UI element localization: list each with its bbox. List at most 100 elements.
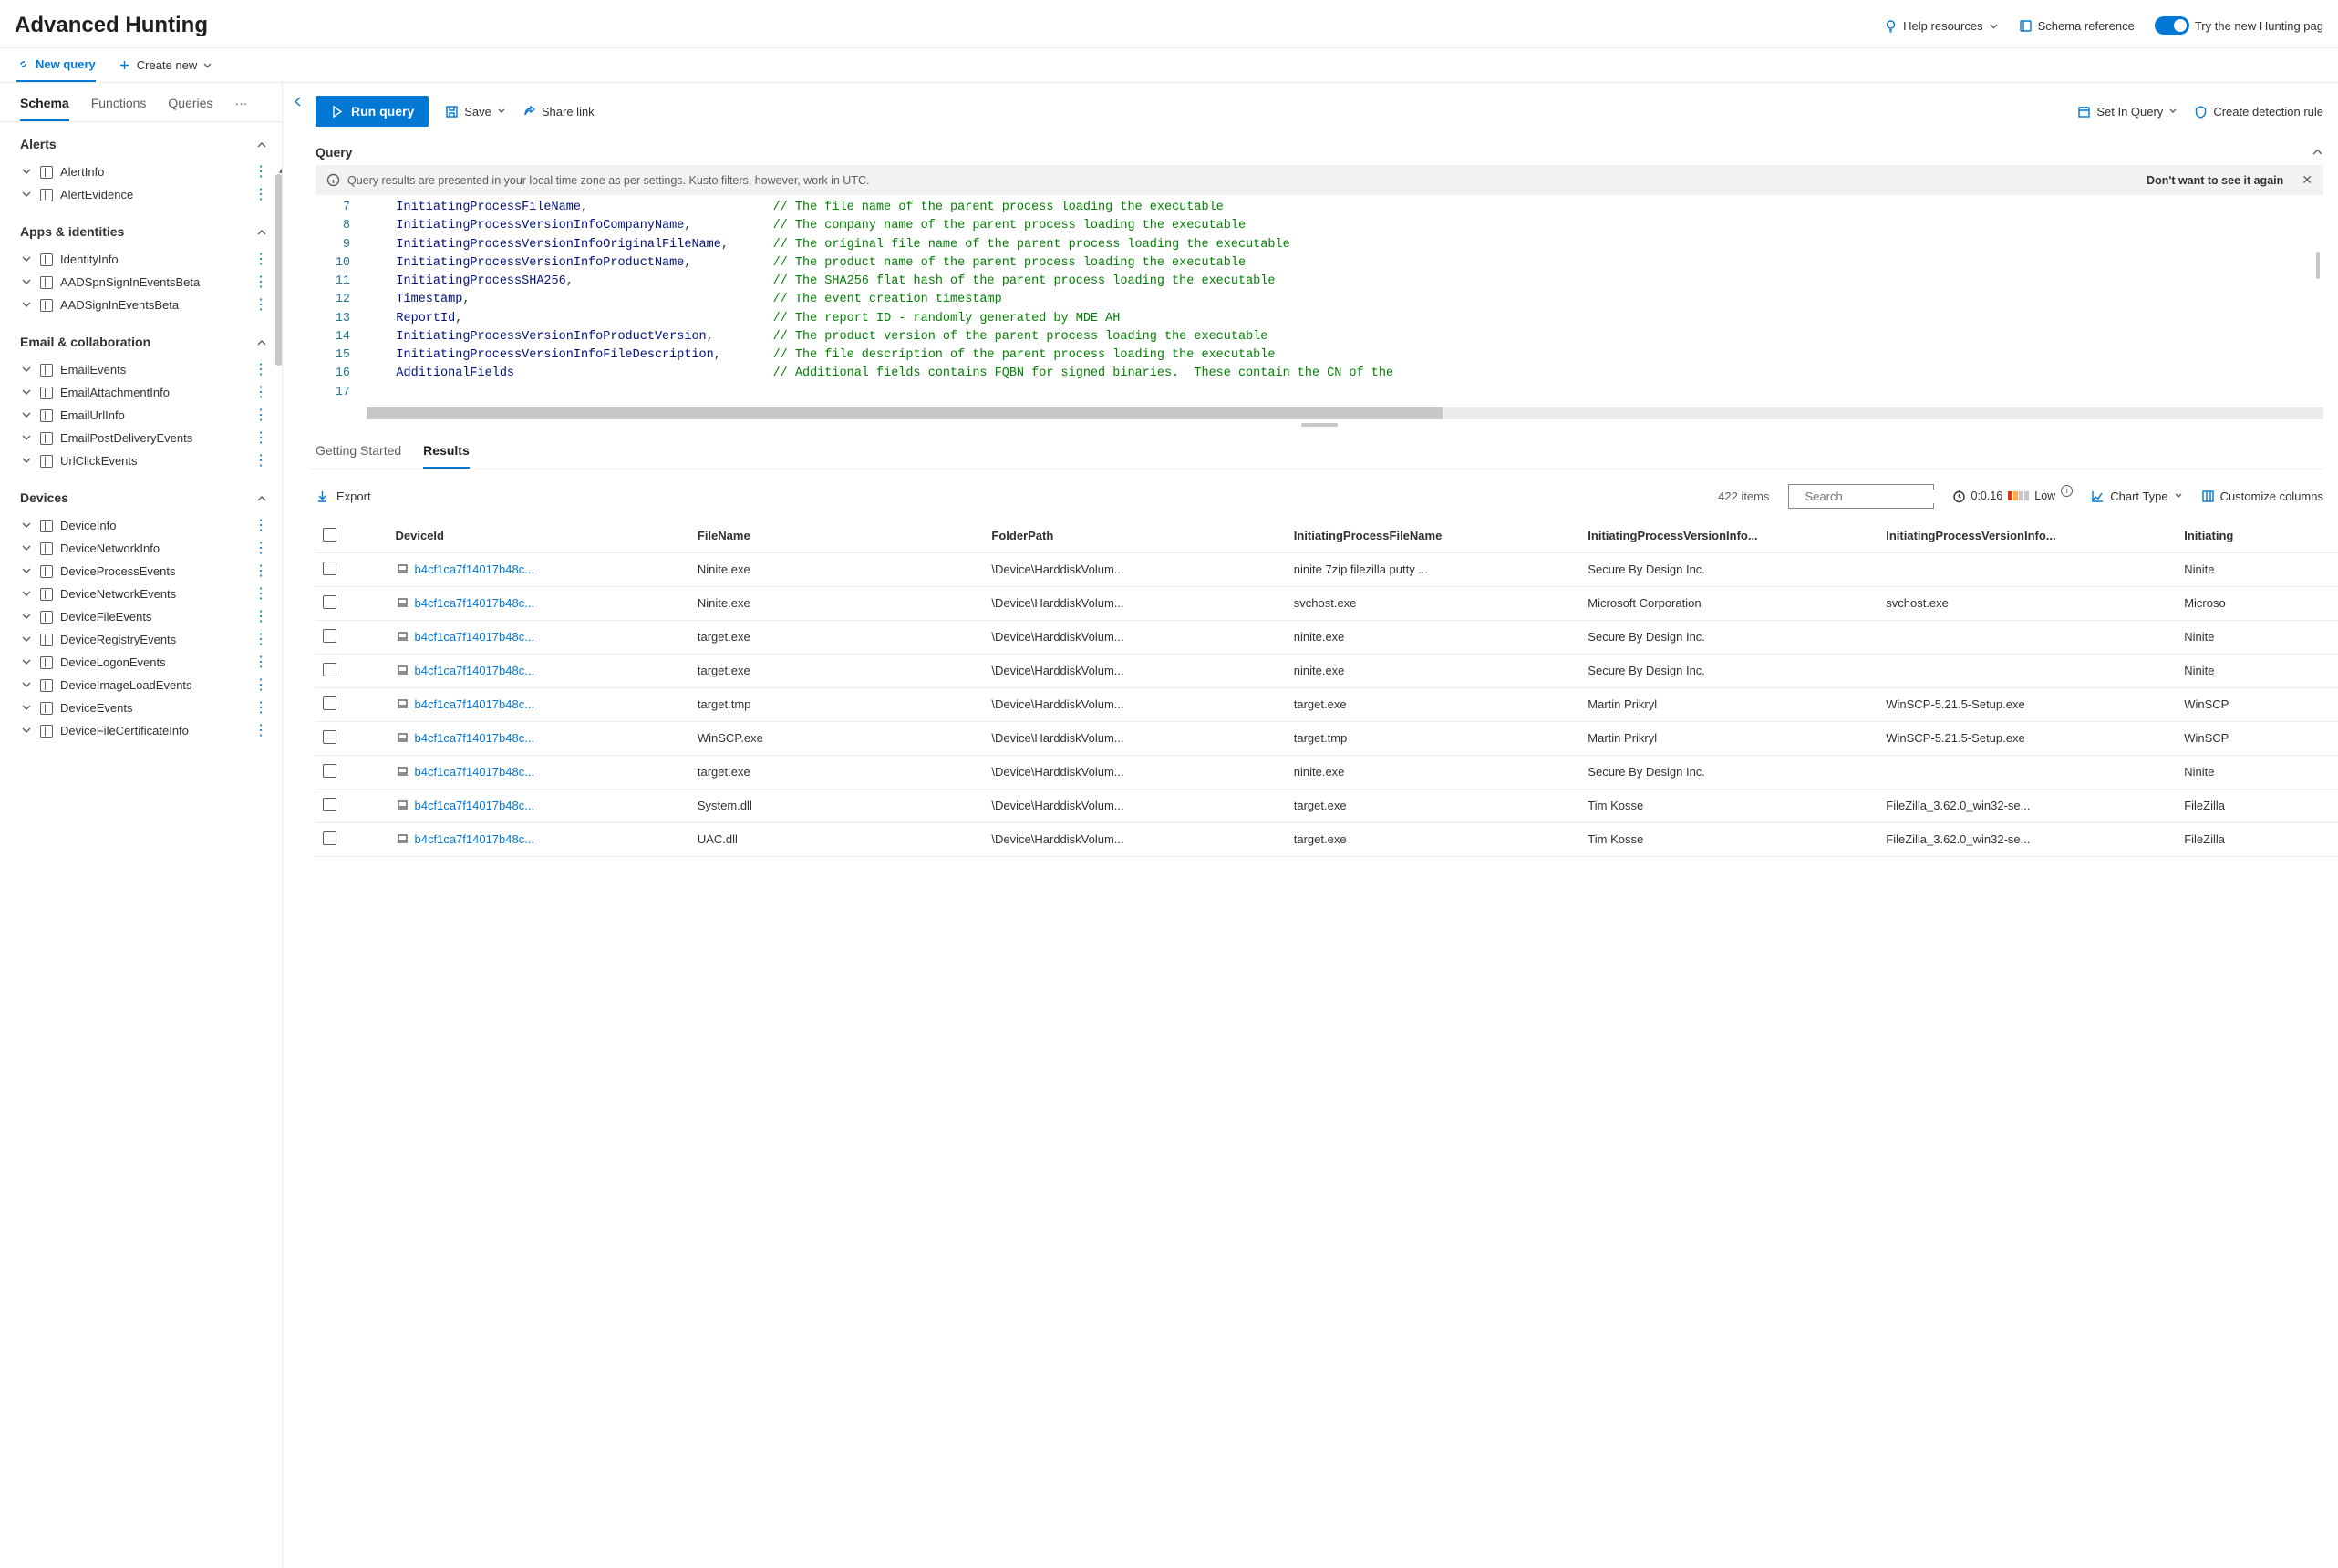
close-icon[interactable]: ✕ bbox=[2302, 172, 2312, 188]
device-id-cell[interactable]: b4cf1ca7f14017b48c... bbox=[396, 765, 683, 779]
sidebar-scrollbar[interactable] bbox=[275, 174, 282, 366]
code-h-scrollbar[interactable] bbox=[367, 407, 2323, 419]
more-icon[interactable]: ⋮ bbox=[253, 279, 267, 286]
help-resources[interactable]: Help resources bbox=[1884, 19, 1998, 33]
table-row[interactable]: b4cf1ca7f14017b48c... WinSCP.exe \Device… bbox=[316, 721, 2338, 755]
col-checkbox[interactable] bbox=[316, 520, 388, 553]
sidebar-item[interactable]: DeviceInfo ⋮ bbox=[20, 514, 273, 537]
more-icon[interactable]: ⋮ bbox=[253, 302, 267, 309]
code-line[interactable]: 14 InitiatingProcessVersionInfoProductVe… bbox=[316, 328, 2323, 346]
more-icon[interactable]: ⋮ bbox=[253, 458, 267, 465]
code-editor[interactable]: 7 InitiatingProcessFileName, // The file… bbox=[316, 197, 2323, 421]
sidebar-tab-queries[interactable]: Queries bbox=[168, 96, 212, 121]
more-icon[interactable]: ⋮ bbox=[253, 412, 267, 419]
sidebar-item[interactable]: EmailPostDeliveryEvents ⋮ bbox=[20, 427, 273, 449]
sidebar-section-head[interactable]: Devices bbox=[20, 487, 273, 514]
more-icon[interactable]: ⋮ bbox=[253, 545, 267, 552]
sidebar-item[interactable]: DeviceFileEvents ⋮ bbox=[20, 605, 273, 628]
more-icon[interactable]: ⋮ bbox=[253, 614, 267, 621]
device-id-cell[interactable]: b4cf1ca7f14017b48c... bbox=[396, 832, 683, 846]
code-line[interactable]: 11 InitiatingProcessSHA256, // The SHA25… bbox=[316, 273, 2323, 291]
banner-dismiss[interactable]: Don't want to see it again bbox=[2147, 174, 2283, 187]
sidebar-item[interactable]: EmailUrlInfo ⋮ bbox=[20, 404, 273, 427]
row-checkbox[interactable] bbox=[323, 798, 336, 811]
sidebar-item[interactable]: DeviceRegistryEvents ⋮ bbox=[20, 628, 273, 651]
sidebar-item[interactable]: DeviceProcessEvents ⋮ bbox=[20, 560, 273, 583]
sidebar-tab-schema[interactable]: Schema bbox=[20, 96, 69, 121]
more-icon[interactable]: ⋮ bbox=[253, 636, 267, 644]
more-icon[interactable]: ⋮ bbox=[253, 169, 267, 176]
sidebar-item[interactable]: EmailAttachmentInfo ⋮ bbox=[20, 381, 273, 404]
sidebar-item[interactable]: DeviceNetworkInfo ⋮ bbox=[20, 537, 273, 560]
query-header[interactable]: Query bbox=[316, 139, 2323, 165]
table-row[interactable]: b4cf1ca7f14017b48c... target.exe \Device… bbox=[316, 620, 2338, 654]
sidebar-item[interactable]: DeviceEvents ⋮ bbox=[20, 696, 273, 719]
code-line[interactable]: 7 InitiatingProcessFileName, // The file… bbox=[316, 199, 2323, 217]
device-id-cell[interactable]: b4cf1ca7f14017b48c... bbox=[396, 664, 683, 677]
col-deviceid[interactable]: DeviceId bbox=[388, 520, 690, 553]
sidebar-item[interactable]: IdentityInfo ⋮ bbox=[20, 248, 273, 271]
more-icon[interactable]: ⋮ bbox=[253, 568, 267, 575]
col-product[interactable]: Initiating bbox=[2177, 520, 2338, 553]
schema-reference[interactable]: Schema reference bbox=[2019, 19, 2135, 33]
more-icon[interactable]: ⋮ bbox=[253, 682, 267, 689]
sidebar-item[interactable]: AADSpnSignInEventsBeta ⋮ bbox=[20, 271, 273, 294]
code-line[interactable]: 10 InitiatingProcessVersionInfoProductNa… bbox=[316, 254, 2323, 273]
tab-results[interactable]: Results bbox=[423, 443, 470, 469]
export-button[interactable]: Export bbox=[316, 490, 371, 503]
row-checkbox[interactable] bbox=[323, 831, 336, 845]
share-button[interactable]: Share link bbox=[522, 105, 595, 119]
sidebar-item[interactable]: DeviceImageLoadEvents ⋮ bbox=[20, 674, 273, 696]
sidebar-item[interactable]: DeviceNetworkEvents ⋮ bbox=[20, 583, 273, 605]
code-line[interactable]: 12 Timestamp, // The event creation time… bbox=[316, 291, 2323, 309]
code-line[interactable]: 9 InitiatingProcessVersionInfoOriginalFi… bbox=[316, 236, 2323, 254]
create-detection-rule[interactable]: Create detection rule bbox=[2194, 105, 2323, 119]
table-row[interactable]: b4cf1ca7f14017b48c... System.dll \Device… bbox=[316, 789, 2338, 822]
device-id-cell[interactable]: b4cf1ca7f14017b48c... bbox=[396, 731, 683, 745]
device-id-cell[interactable]: b4cf1ca7f14017b48c... bbox=[396, 799, 683, 812]
collapse-sidebar-button[interactable] bbox=[286, 90, 308, 112]
sidebar-section-head[interactable]: Email & collaboration bbox=[20, 331, 273, 358]
row-checkbox[interactable] bbox=[323, 663, 336, 676]
tab-getting-started[interactable]: Getting Started bbox=[316, 443, 401, 469]
row-checkbox[interactable] bbox=[323, 764, 336, 778]
tab-new-query[interactable]: New query bbox=[16, 57, 96, 82]
code-line[interactable]: 15 InitiatingProcessVersionInfoFileDescr… bbox=[316, 346, 2323, 365]
col-initfile[interactable]: InitiatingProcessFileName bbox=[1287, 520, 1581, 553]
more-icon[interactable]: ⋮ bbox=[253, 191, 267, 199]
sidebar-section-head[interactable]: Apps & identities bbox=[20, 221, 273, 248]
code-line[interactable]: 13 ReportId, // The report ID - randomly… bbox=[316, 310, 2323, 328]
sidebar-item[interactable]: DeviceLogonEvents ⋮ bbox=[20, 651, 273, 674]
save-button[interactable]: Save bbox=[445, 105, 506, 119]
sidebar-section-head[interactable]: Alerts bbox=[20, 133, 273, 160]
col-folderpath[interactable]: FolderPath bbox=[984, 520, 1286, 553]
sidebar-tab-functions[interactable]: Functions bbox=[91, 96, 147, 121]
table-row[interactable]: b4cf1ca7f14017b48c... target.tmp \Device… bbox=[316, 687, 2338, 721]
table-row[interactable]: b4cf1ca7f14017b48c... target.exe \Device… bbox=[316, 654, 2338, 687]
more-icon[interactable]: ⋮ bbox=[253, 389, 267, 397]
run-query-button[interactable]: Run query bbox=[316, 96, 429, 127]
col-filename[interactable]: FileName bbox=[690, 520, 985, 553]
sidebar-item[interactable]: AlertEvidence ⋮ bbox=[20, 183, 273, 206]
info-small-icon[interactable]: i bbox=[2061, 485, 2073, 497]
sidebar-tab-more[interactable]: ··· bbox=[234, 96, 247, 121]
device-id-cell[interactable]: b4cf1ca7f14017b48c... bbox=[396, 697, 683, 711]
row-checkbox[interactable] bbox=[323, 629, 336, 643]
sidebar-item[interactable]: EmailEvents ⋮ bbox=[20, 358, 273, 381]
sidebar-item[interactable]: AlertInfo ⋮ bbox=[20, 160, 273, 183]
create-new[interactable]: Create new bbox=[118, 58, 212, 81]
table-row[interactable]: b4cf1ca7f14017b48c... target.exe \Device… bbox=[316, 755, 2338, 789]
table-row[interactable]: b4cf1ca7f14017b48c... UAC.dll \Device\Ha… bbox=[316, 822, 2338, 856]
more-icon[interactable]: ⋮ bbox=[253, 256, 267, 263]
col-origfile[interactable]: InitiatingProcessVersionInfo... bbox=[1878, 520, 2177, 553]
more-icon[interactable]: ⋮ bbox=[253, 727, 267, 735]
device-id-cell[interactable]: b4cf1ca7f14017b48c... bbox=[396, 562, 683, 576]
more-icon[interactable]: ⋮ bbox=[253, 435, 267, 442]
device-id-cell[interactable]: b4cf1ca7f14017b48c... bbox=[396, 630, 683, 644]
row-checkbox[interactable] bbox=[323, 730, 336, 744]
sidebar-item[interactable]: UrlClickEvents ⋮ bbox=[20, 449, 273, 472]
customize-columns[interactable]: Customize columns bbox=[2201, 490, 2323, 503]
row-checkbox[interactable] bbox=[323, 696, 336, 710]
more-icon[interactable]: ⋮ bbox=[253, 522, 267, 530]
row-checkbox[interactable] bbox=[323, 595, 336, 609]
